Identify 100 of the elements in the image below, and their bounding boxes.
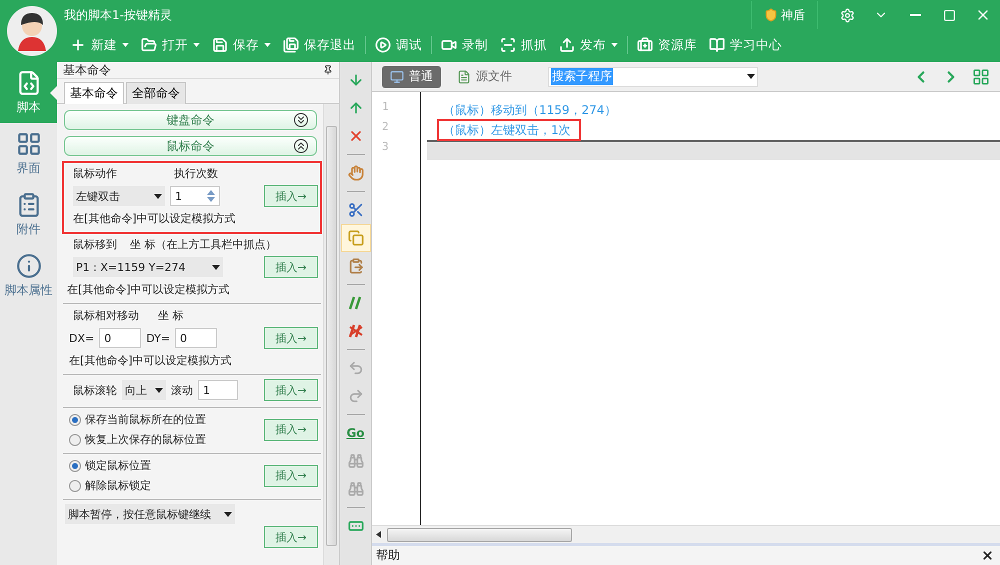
binoculars-icon <box>348 481 364 497</box>
scroll-field[interactable]: 1 <box>198 380 238 400</box>
camera-icon <box>441 37 457 53</box>
toolbar-button[interactable]: 保存退出 <box>277 32 362 58</box>
dropdown-caret-icon[interactable] <box>747 74 755 79</box>
field-label: DX= <box>69 332 94 344</box>
minimize-icon <box>910 14 920 16</box>
toolbar-button[interactable]: 学习中心 <box>703 32 788 58</box>
hand-icon <box>348 165 364 181</box>
nav-item[interactable]: 脚本属性 <box>0 245 57 306</box>
undo-icon <box>348 360 364 376</box>
shield-button[interactable]: 神盾 <box>751 1 818 29</box>
window-title: 我的脚本1-按键精灵 <box>64 6 173 24</box>
toolbar-button[interactable]: 发布 <box>553 32 624 58</box>
folder-icon <box>141 37 157 53</box>
redo-icon <box>348 388 364 404</box>
hint-text: 在[其他命令]中可以设定模拟方式 <box>67 282 231 297</box>
avatar[interactable] <box>6 5 58 57</box>
view-tab[interactable]: 普通 <box>382 66 441 88</box>
group-header[interactable]: 键盘命令 <box>64 110 317 130</box>
subroutine-combo[interactable]: 搜索子程序 <box>548 66 758 86</box>
binoculars-icon <box>348 453 364 469</box>
dropdown-caret-icon[interactable] <box>212 264 220 270</box>
hint-text: 在[其他命令]中可以设定模拟方式 <box>69 353 233 368</box>
insert-button[interactable]: 插入→ <box>264 379 318 401</box>
insert-button[interactable]: 插入→ <box>264 327 318 349</box>
info-icon <box>16 252 42 278</box>
toolbar-button[interactable]: 打开 <box>135 32 206 58</box>
dropdown-caret-icon[interactable] <box>154 194 162 198</box>
nav-item[interactable]: 附件 <box>0 184 57 245</box>
insert-button[interactable]: 插入→ <box>264 256 318 278</box>
maximize-icon <box>942 8 956 22</box>
tab[interactable]: 基本命令 <box>64 82 124 104</box>
dropdown-caret-icon[interactable] <box>224 512 232 516</box>
horizontal-scrollbar[interactable] <box>372 525 1000 543</box>
toolbar-button[interactable]: 保存 <box>206 32 277 58</box>
book-icon <box>709 37 725 53</box>
play-icon <box>375 37 391 53</box>
layout-button[interactable] <box>972 68 990 86</box>
copy-button[interactable] <box>340 224 370 252</box>
panel-title: 基本命令 <box>63 62 111 78</box>
paste-icon <box>348 258 364 274</box>
toolbar-button[interactable]: 录制 <box>435 32 494 58</box>
toolbar-button[interactable]: 抓抓 <box>494 32 553 58</box>
line-number: 2 <box>381 120 390 135</box>
shield-icon <box>764 8 778 22</box>
view-tab[interactable]: 源文件 <box>449 66 520 88</box>
insert-button[interactable]: 插入→ <box>264 464 318 486</box>
dropdown-caret-icon[interactable] <box>155 388 163 392</box>
radio-label: 保存当前鼠标所在的位置 <box>85 412 206 427</box>
point-select[interactable]: P1 : X=1159 Y=274 <box>73 257 223 277</box>
field-label: 鼠标动作 <box>73 166 118 181</box>
count-spinbox[interactable]: 1 <box>170 186 220 206</box>
floppy-icon <box>212 37 228 53</box>
insert-button[interactable]: 插入→ <box>264 526 318 548</box>
dx-field[interactable]: 0 <box>99 328 142 348</box>
pin-icon[interactable] <box>323 65 333 75</box>
spin-arrows-icon[interactable] <box>207 189 215 203</box>
nav-item[interactable]: 脚本 <box>0 62 57 123</box>
plus-icon <box>70 37 86 53</box>
radio-button[interactable] <box>69 434 81 446</box>
pause-select[interactable]: 脚本暂停，按任意鼠标键继续 <box>65 504 235 524</box>
radio-label: 恢复上次保存的鼠标位置 <box>85 432 206 447</box>
upload-icon <box>559 37 575 53</box>
left-arrow-icon[interactable] <box>376 531 381 538</box>
direction-select[interactable]: 向上 <box>122 380 166 400</box>
line-number: 1 <box>381 100 390 115</box>
radio-button[interactable] <box>69 414 81 426</box>
floppy-icon <box>283 37 299 53</box>
toolbar-button[interactable]: 调试 <box>369 32 428 58</box>
field-label: 执行次数 <box>174 166 218 181</box>
field-label: DY= <box>146 332 170 344</box>
field-label: 鼠标滚轮 <box>73 382 117 398</box>
crop-icon <box>500 37 516 53</box>
radio-button[interactable] <box>69 480 81 492</box>
field-label: 滚动 <box>171 382 193 398</box>
field-label: 坐 标 <box>158 308 184 323</box>
grid-icon <box>972 68 990 86</box>
scrollbar[interactable] <box>323 104 339 565</box>
form-icon <box>348 518 364 534</box>
help-title: 帮助 <box>376 547 400 564</box>
slashes-icon <box>348 295 364 311</box>
tab[interactable]: 全部命令 <box>126 82 186 104</box>
goto-button[interactable]: Go <box>340 419 370 447</box>
hint-text: 在[其他命令]中可以设定模拟方式 <box>73 211 237 226</box>
action-select[interactable]: 左键双击 <box>73 186 165 206</box>
close-icon[interactable] <box>981 549 994 562</box>
toolbar-button[interactable]: 资源库 <box>631 32 703 58</box>
radio-button[interactable] <box>69 460 81 472</box>
grid-icon <box>16 130 42 156</box>
radio-label: 解除鼠标锁定 <box>85 478 151 493</box>
insert-button[interactable]: 插入→ <box>264 418 318 440</box>
group-header[interactable]: 鼠标命令 <box>64 136 317 156</box>
nav-item[interactable]: 界面 <box>0 123 57 184</box>
insert-button[interactable]: 插入→ <box>264 185 318 207</box>
code-line: （鼠标）移动到（1159，274） <box>442 102 618 119</box>
scissors-icon <box>348 202 364 218</box>
dy-field[interactable]: 0 <box>175 328 218 348</box>
toolbar-button[interactable]: 新建 <box>64 32 135 58</box>
radio-label: 锁定鼠标位置 <box>85 458 151 473</box>
